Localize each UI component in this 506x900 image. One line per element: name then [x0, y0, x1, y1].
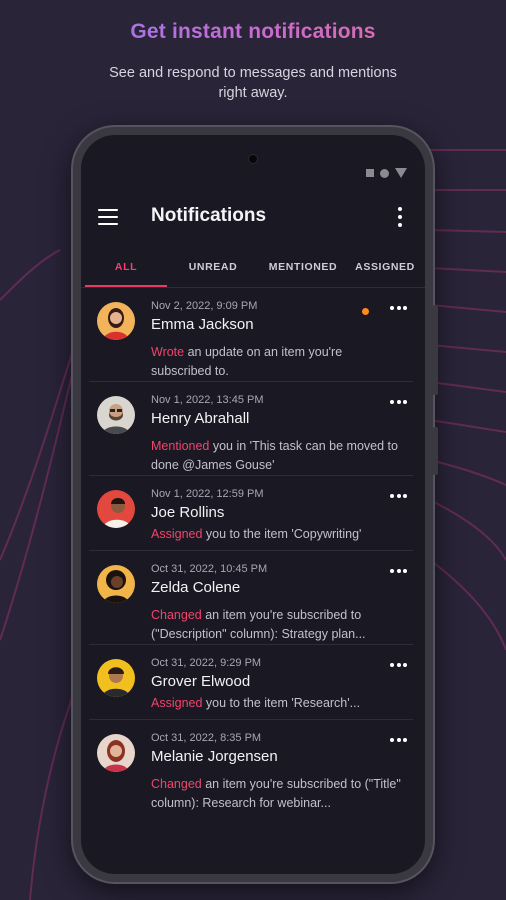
avatar: [97, 302, 135, 340]
notification-action: Assigned: [151, 527, 203, 541]
page-title: Notifications: [151, 205, 267, 226]
tab-assigned[interactable]: ASSIGNED: [347, 247, 423, 287]
tab-bar: ALL UNREAD MENTIONED ASSIGNED: [81, 247, 425, 287]
notification-action: Mentioned: [151, 439, 210, 453]
more-horizontal-icon[interactable]: [390, 569, 407, 573]
avatar: [97, 490, 135, 528]
notification-action: Changed: [151, 777, 202, 791]
phone-power-button: [433, 427, 438, 475]
notification-message: Mentioned you in 'This task can be moved…: [151, 437, 401, 475]
notification-date: Oct 31, 2022, 8:35 PM: [151, 732, 262, 744]
notification-action: Assigned: [151, 696, 203, 710]
phone-frame: Notifications ALL UNREAD MENTIONED ASSIG…: [73, 127, 438, 882]
tab-all[interactable]: ALL: [85, 247, 167, 287]
promo-subhead: See and respond to messages and mentions…: [109, 65, 397, 101]
notification-action: Changed: [151, 608, 202, 622]
tab-unread[interactable]: UNREAD: [171, 247, 255, 287]
notification-item[interactable]: Nov 1, 2022, 13:45 PM Henry Abrahall Men…: [89, 382, 413, 476]
hamburger-menu-icon[interactable]: [98, 209, 118, 225]
notification-action: Wrote: [151, 345, 185, 359]
avatar: [97, 396, 135, 434]
notification-item[interactable]: Nov 2, 2022, 9:09 PM Emma Jackson Wrote …: [89, 288, 413, 382]
notification-sender: Henry Abrahall: [151, 410, 250, 427]
notification-message: Assigned you to the item 'Research'...: [151, 694, 401, 713]
more-horizontal-icon[interactable]: [390, 494, 407, 498]
front-camera: [249, 155, 257, 163]
notification-date: Oct 31, 2022, 9:29 PM: [151, 657, 262, 669]
notification-date: Nov 2, 2022, 9:09 PM: [151, 300, 258, 312]
more-horizontal-icon[interactable]: [390, 400, 407, 404]
notification-message: Changed an item you're subscribed to ("D…: [151, 606, 401, 644]
notification-sender: Grover Elwood: [151, 673, 251, 690]
avatar: [97, 659, 135, 697]
notification-date: Nov 1, 2022, 13:45 PM: [151, 394, 264, 406]
more-horizontal-icon[interactable]: [390, 738, 407, 742]
phone-volume-button: [433, 305, 438, 395]
more-horizontal-icon[interactable]: [390, 306, 407, 310]
notification-sender: Zelda Colene: [151, 579, 241, 596]
avatar: [97, 734, 135, 772]
avatar: [97, 565, 135, 603]
notification-message: Wrote an update on an item you're subscr…: [151, 343, 401, 381]
tab-mentioned[interactable]: MENTIONED: [257, 247, 349, 287]
unread-indicator: [362, 308, 369, 315]
more-horizontal-icon[interactable]: [390, 663, 407, 667]
notification-message: Assigned you to the item 'Copywriting': [151, 525, 401, 544]
notification-text: you to the item 'Research'...: [202, 696, 361, 710]
status-bar: [366, 168, 407, 178]
notification-item[interactable]: Oct 31, 2022, 9:29 PM Grover Elwood Assi…: [89, 645, 413, 720]
notification-text: you to the item 'Copywriting': [202, 527, 362, 541]
notification-sender: Joe Rollins: [151, 504, 225, 521]
notification-sender: Emma Jackson: [151, 316, 254, 333]
promo-headline: Get instant notifications: [0, 20, 506, 44]
status-square-icon: [366, 169, 374, 177]
notification-date: Oct 31, 2022, 10:45 PM: [151, 563, 268, 575]
notification-sender: Melanie Jorgensen: [151, 748, 278, 765]
notification-item[interactable]: Nov 1, 2022, 12:59 PM Joe Rollins Assign…: [89, 476, 413, 551]
app-bar: Notifications: [81, 193, 425, 241]
notification-item[interactable]: Oct 31, 2022, 8:35 PM Melanie Jorgensen …: [89, 720, 413, 813]
notification-item[interactable]: Oct 31, 2022, 10:45 PM Zelda Colene Chan…: [89, 551, 413, 645]
notification-date: Nov 1, 2022, 12:59 PM: [151, 488, 264, 500]
more-vertical-icon[interactable]: [397, 207, 403, 227]
notification-message: Changed an item you're subscribed to ("T…: [151, 775, 401, 813]
status-circle-icon: [380, 168, 389, 178]
status-signal-icon: [395, 168, 407, 178]
notification-list: Nov 2, 2022, 9:09 PM Emma Jackson Wrote …: [81, 288, 425, 813]
phone-screen: Notifications ALL UNREAD MENTIONED ASSIG…: [81, 135, 425, 874]
